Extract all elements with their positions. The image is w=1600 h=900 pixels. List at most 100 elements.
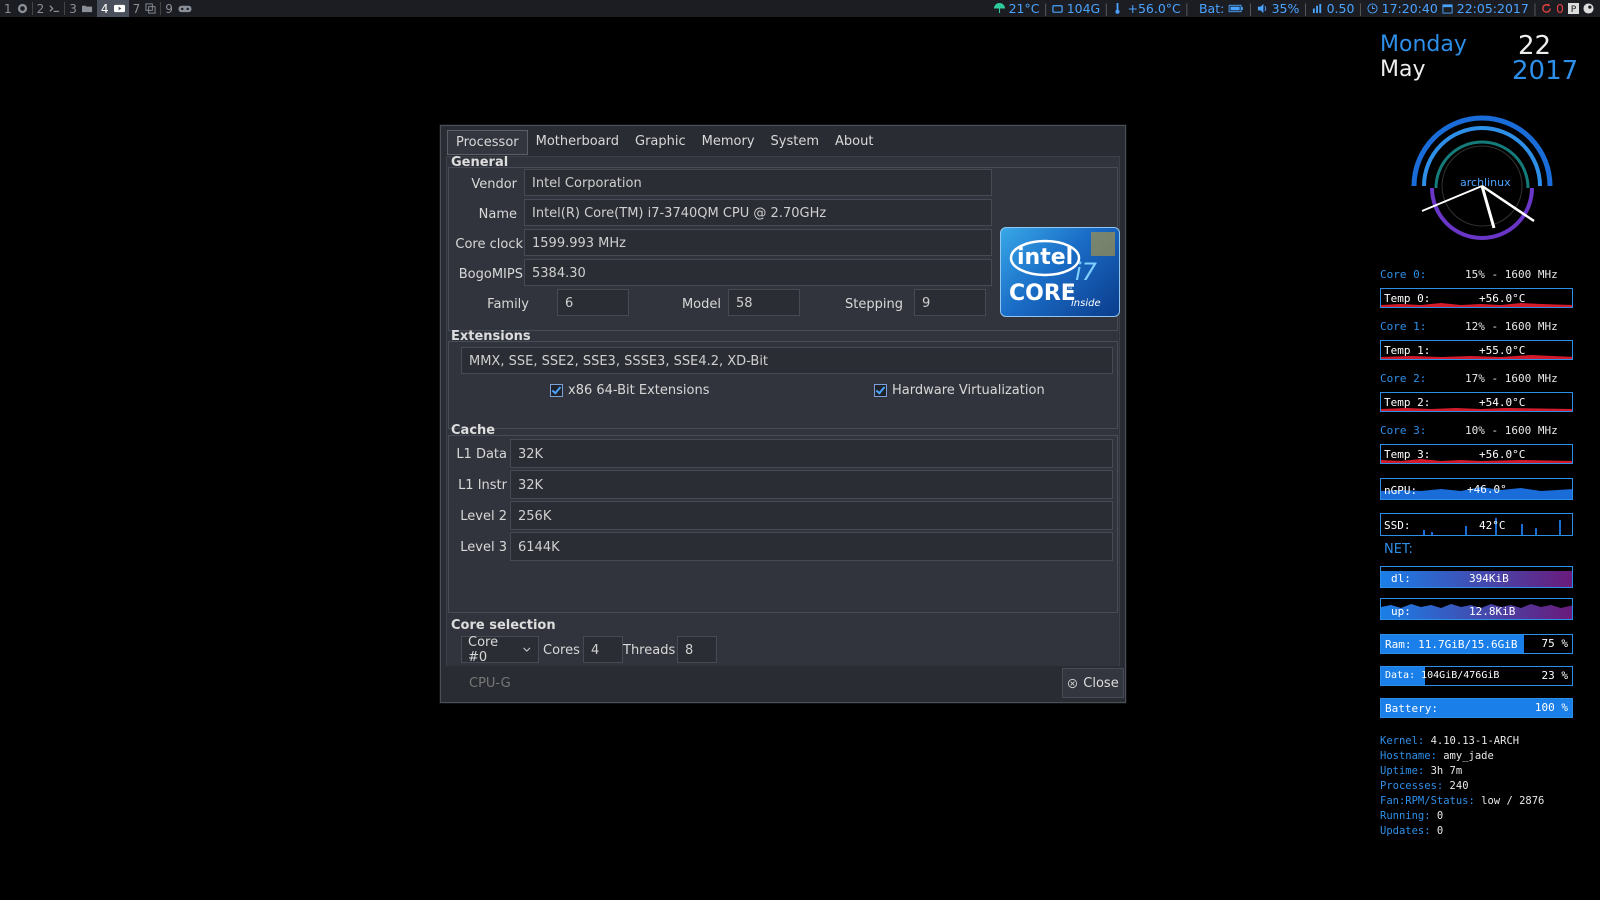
battery-icon: [1229, 4, 1244, 13]
uptime-line: Uptime: 3h 7m: [1380, 765, 1462, 777]
l1-data-field[interactable]: 32K: [510, 439, 1113, 468]
name-field[interactable]: Intel(R) Core(TM) i7-3740QM CPU @ 2.70GH…: [524, 199, 992, 226]
top-panel: 1 2 3 4 7 9 21°C | 104G | +56.0°C | Bat:…: [0, 0, 1600, 17]
stepping-label: Stepping: [845, 297, 903, 312]
core-select-dropdown[interactable]: Core #0: [461, 635, 539, 665]
workspace-4[interactable]: 4: [96, 0, 129, 17]
workspace-2[interactable]: 2: [33, 0, 65, 17]
workspace-3[interactable]: 3: [65, 0, 97, 17]
load-chart-icon: [1312, 3, 1321, 14]
x86-64-checkbox[interactable]: x86 64-Bit Extensions: [550, 383, 710, 398]
separator: |: [1184, 1, 1189, 16]
tab-processor[interactable]: Processor: [447, 130, 528, 155]
family-label: Family: [487, 297, 529, 312]
fan-line: Fan:RPM/Status: low / 2876: [1380, 795, 1544, 807]
dialog-footer: CPU-G Close: [441, 666, 1125, 702]
cores-field[interactable]: 4: [583, 636, 623, 663]
separator: |: [1303, 1, 1308, 16]
processes-line: Processes: 240: [1380, 780, 1469, 792]
workspace-number: 1: [4, 1, 12, 16]
l1-instr-field[interactable]: 32K: [510, 470, 1113, 499]
cores-label: Cores: [543, 643, 580, 658]
close-button[interactable]: Close: [1062, 668, 1124, 698]
temp-value: +54.0°C: [1479, 396, 1526, 409]
core-clock-field[interactable]: 1599.993 MHz: [524, 229, 992, 256]
workspace-number: 4: [100, 1, 109, 16]
status-area: 21°C | 104G | +56.0°C | Bat: | 35% | 0.5…: [993, 0, 1594, 17]
thermometer-icon: [1115, 3, 1120, 14]
refresh-icon[interactable]: [1541, 3, 1552, 14]
window-icon: [145, 3, 156, 14]
info-key: Updates:: [1380, 825, 1431, 837]
core-clock-label: Core clock: [455, 237, 523, 252]
level2-field[interactable]: 256K: [510, 501, 1113, 530]
workspace-number: 3: [69, 1, 77, 16]
upload-graph: up: 12.8KiB: [1380, 598, 1573, 620]
tab-system[interactable]: System: [763, 130, 827, 153]
temp-1-graph: Temp 1: +55.0°C: [1380, 340, 1573, 360]
ram-percent: 75 %: [1541, 637, 1569, 650]
close-label: Close: [1083, 675, 1119, 691]
tab-graphic[interactable]: Graphic: [627, 130, 694, 153]
info-key: Kernel:: [1380, 735, 1425, 747]
info-value: 0: [1436, 810, 1444, 822]
core-usage: 17% - 1600 MHz: [1465, 372, 1558, 385]
cpu-g-window: Processor Motherboard Graphic Memory Sys…: [440, 125, 1126, 703]
family-field[interactable]: 6: [557, 289, 629, 316]
virtualization-label: Hardware Virtualization: [892, 383, 1045, 398]
parking-icon[interactable]: P: [1568, 3, 1579, 14]
stepping-field[interactable]: 9: [914, 289, 986, 316]
threads-field[interactable]: 8: [677, 636, 717, 663]
bogomips-label: BogoMIPS: [458, 267, 523, 282]
temp-value: +56.0°C: [1479, 292, 1526, 305]
tab-motherboard[interactable]: Motherboard: [528, 130, 627, 153]
folder-icon: [81, 5, 93, 13]
tab-bar: Processor Motherboard Graphic Memory Sys…: [447, 130, 881, 155]
conky-sidebar: Monday May 22 2017 archlinux Core 0: 15%…: [1380, 28, 1590, 868]
net-title: NET:: [1384, 542, 1413, 557]
core-label: Core 2:: [1380, 372, 1427, 385]
core-label: Core 0:: [1380, 268, 1427, 281]
vendor-label: Vendor: [471, 177, 517, 192]
separator: |: [1532, 1, 1538, 16]
steam-icon[interactable]: [1583, 3, 1594, 14]
temp-label: Temp 0:: [1384, 292, 1431, 305]
checkmark-icon: [874, 384, 887, 397]
core-0-row: Core 0: 15% - 1600 MHz: [1380, 268, 1575, 281]
running-line: Running: 0: [1380, 810, 1443, 822]
video-icon: [113, 4, 125, 13]
tab-memory[interactable]: Memory: [694, 130, 763, 153]
separator: |: [1248, 1, 1253, 16]
level3-field[interactable]: 6144K: [510, 532, 1113, 561]
workspace-list: 1 2 3 4 7 9: [0, 0, 196, 17]
virtualization-checkbox[interactable]: Hardware Virtualization: [874, 383, 1045, 398]
updates-line: Updates: 0: [1380, 825, 1443, 837]
bogomips-field[interactable]: 5384.30: [524, 259, 992, 286]
ram-bar: Ram: 11.7GiB/15.6GiB 75 %: [1380, 634, 1573, 654]
info-value: 3h 7m: [1430, 765, 1463, 777]
extensions-field[interactable]: MMX, SSE, SSE2, SSE3, SSSE3, SSE4.2, XD-…: [461, 347, 1113, 374]
core-1-row: Core 1: 12% - 1600 MHz: [1380, 320, 1575, 333]
tab-about[interactable]: About: [827, 130, 881, 153]
level2-label: Level 2: [460, 509, 507, 524]
battery-label: Bat:: [1198, 1, 1225, 16]
vendor-field[interactable]: Intel Corporation: [524, 169, 992, 196]
weather-temp: 21°C: [1008, 1, 1040, 16]
info-key: Fan:RPM/Status:: [1380, 795, 1475, 807]
intel-logo-graphic: intel i7 CORE inside ™: [1009, 232, 1115, 309]
hostname-line: Hostname: amy_jade: [1380, 750, 1494, 762]
workspace-number: 7: [132, 1, 141, 16]
info-value: 240: [1449, 780, 1469, 792]
model-field[interactable]: 58: [728, 289, 800, 316]
workspace-1[interactable]: 1: [0, 0, 32, 17]
workspace-number: 9: [165, 1, 173, 16]
workspace-9[interactable]: 9: [161, 0, 196, 17]
umbrella-icon: [993, 3, 1005, 14]
threads-label: Threads: [623, 643, 676, 658]
year: 2017: [1512, 56, 1579, 86]
core-label: Core 1:: [1380, 320, 1427, 333]
volume-level: 35%: [1271, 1, 1300, 16]
workspace-7[interactable]: 7: [129, 0, 161, 17]
trademark-mark: ™: [1067, 287, 1073, 294]
chevron-down-icon: [523, 647, 531, 652]
